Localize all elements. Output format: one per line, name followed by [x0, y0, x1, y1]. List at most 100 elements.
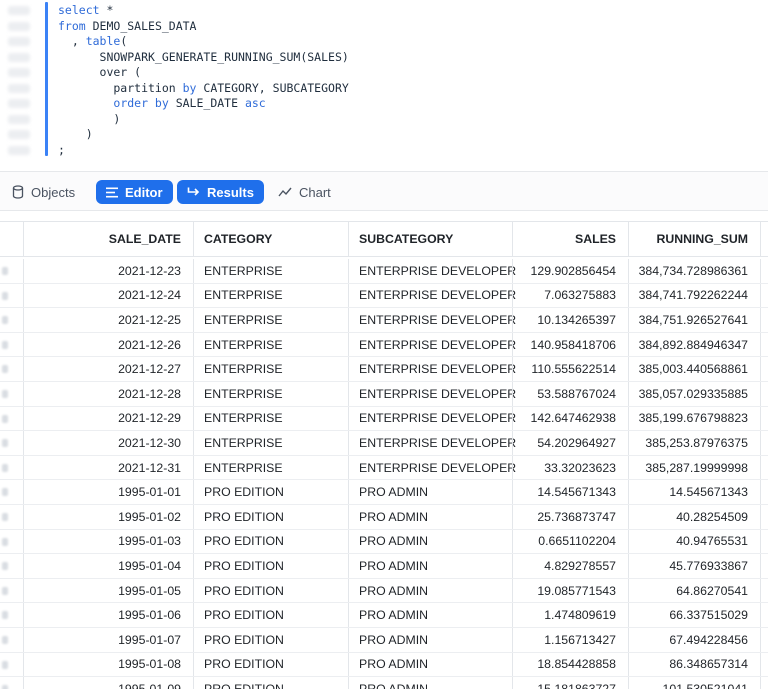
- cell-subcategory[interactable]: ENTERPRISE DEVELOPER: [348, 283, 516, 308]
- objects-button[interactable]: Objects: [2, 180, 85, 204]
- cell-sales[interactable]: 33.32023623: [512, 455, 628, 480]
- cell-subcategory[interactable]: ENTERPRISE DEVELOPER: [348, 259, 516, 283]
- cell-category[interactable]: ENTERPRISE: [193, 332, 348, 357]
- cell-running-sum[interactable]: 385,057.029335885: [628, 382, 760, 406]
- cell-running-sum[interactable]: 40.94765531: [628, 529, 760, 554]
- cell-sale-date[interactable]: 1995-01-05: [23, 578, 193, 603]
- table-row[interactable]: 1995-01-08 PRO EDITION PRO ADMIN 18.8544288…: [0, 652, 768, 678]
- cell-sales[interactable]: 25.736873747: [512, 505, 628, 529]
- cell-subcategory[interactable]: PRO ADMIN: [348, 677, 512, 689]
- cell-sales[interactable]: 18.854428858: [512, 652, 628, 677]
- cell-sales[interactable]: 4.829278557: [512, 554, 628, 578]
- table-row[interactable]: 2021-12-27 ENTERPRISE ENTERPRISE DEVELOPER…: [0, 357, 768, 382]
- cell-subcategory[interactable]: ENTERPRISE DEVELOPER: [348, 431, 516, 455]
- cell-sales[interactable]: 1.474809619: [512, 603, 628, 627]
- results-toggle-button[interactable]: Results: [177, 180, 264, 204]
- cell-subcategory[interactable]: PRO ADMIN: [348, 578, 512, 603]
- cell-sale-date[interactable]: 2021-12-28: [23, 382, 193, 406]
- cell-category[interactable]: ENTERPRISE: [193, 283, 348, 308]
- table-row[interactable]: 2021-12-31 ENTERPRISE ENTERPRISE DEVELOPER…: [0, 455, 768, 481]
- cell-running-sum[interactable]: 86.348657314: [628, 652, 760, 677]
- cell-category[interactable]: PRO EDITION: [193, 603, 348, 627]
- cell-sales[interactable]: 10.134265397: [512, 308, 628, 332]
- column-header-sales[interactable]: SALES: [512, 222, 628, 256]
- cell-subcategory[interactable]: PRO ADMIN: [348, 628, 512, 652]
- column-header-running-sum[interactable]: RUNNING_SUM: [628, 222, 760, 256]
- cell-category[interactable]: ENTERPRISE: [193, 455, 348, 480]
- table-row[interactable]: 2021-12-30 ENTERPRISE ENTERPRISE DEVELOPER…: [0, 431, 768, 456]
- cell-sales[interactable]: 53.588767024: [512, 382, 628, 406]
- cell-running-sum[interactable]: 385,253.87976375: [628, 431, 760, 455]
- cell-sale-date[interactable]: 2021-12-27: [23, 357, 193, 381]
- table-row[interactable]: 2021-12-24 ENTERPRISE ENTERPRISE DEVELOPER…: [0, 283, 768, 309]
- table-row[interactable]: 2021-12-23 ENTERPRISE ENTERPRISE DEVELOPER…: [0, 259, 768, 284]
- cell-sale-date[interactable]: 2021-12-30: [23, 431, 193, 455]
- cell-category[interactable]: ENTERPRISE: [193, 431, 348, 455]
- table-row[interactable]: 1995-01-05 PRO EDITION PRO ADMIN 19.0857715…: [0, 578, 768, 604]
- table-row[interactable]: 2021-12-26 ENTERPRISE ENTERPRISE DEVELOPER…: [0, 332, 768, 358]
- table-row[interactable]: 1995-01-03 PRO EDITION PRO ADMIN 0.66511022…: [0, 529, 768, 555]
- cell-running-sum[interactable]: 385,003.440568861: [628, 357, 760, 381]
- cell-sales[interactable]: 0.6651102204: [512, 529, 628, 554]
- cell-sales[interactable]: 129.902856454: [512, 259, 628, 283]
- cell-running-sum[interactable]: 67.494228456: [628, 628, 760, 652]
- table-row[interactable]: 1995-01-07 PRO EDITION PRO ADMIN 1.15671342…: [0, 628, 768, 653]
- cell-subcategory[interactable]: PRO ADMIN: [348, 554, 512, 578]
- table-row[interactable]: 1995-01-01 PRO EDITION PRO ADMIN 14.5456713…: [0, 480, 768, 505]
- cell-category[interactable]: PRO EDITION: [193, 529, 348, 554]
- table-row[interactable]: 1995-01-04 PRO EDITION PRO ADMIN 4.82927855…: [0, 554, 768, 579]
- editor-toggle-button[interactable]: Editor: [96, 180, 173, 204]
- cell-subcategory[interactable]: PRO ADMIN: [348, 505, 512, 529]
- cell-category[interactable]: ENTERPRISE: [193, 357, 348, 381]
- cell-sales[interactable]: 54.202964927: [512, 431, 628, 455]
- cell-category[interactable]: ENTERPRISE: [193, 406, 348, 431]
- cell-sale-date[interactable]: 1995-01-09: [23, 677, 193, 689]
- cell-subcategory[interactable]: ENTERPRISE DEVELOPER: [348, 406, 516, 431]
- column-header-subcategory[interactable]: SUBCATEGORY: [348, 222, 512, 256]
- cell-running-sum[interactable]: 385,199.676798823: [628, 406, 760, 431]
- cell-sale-date[interactable]: 2021-12-25: [23, 308, 193, 332]
- cell-category[interactable]: PRO EDITION: [193, 554, 348, 578]
- cell-subcategory[interactable]: PRO ADMIN: [348, 603, 512, 627]
- column-header-category[interactable]: CATEGORY: [193, 222, 348, 256]
- cell-sale-date[interactable]: 1995-01-07: [23, 628, 193, 652]
- cell-running-sum[interactable]: 64.86270541: [628, 578, 760, 603]
- cell-subcategory[interactable]: PRO ADMIN: [348, 652, 512, 677]
- cell-category[interactable]: ENTERPRISE: [193, 259, 348, 283]
- cell-sale-date[interactable]: 1995-01-04: [23, 554, 193, 578]
- table-row[interactable]: 2021-12-25 ENTERPRISE ENTERPRISE DEVELOPER…: [0, 308, 768, 333]
- cell-subcategory[interactable]: ENTERPRISE DEVELOPER: [348, 382, 516, 406]
- cell-sale-date[interactable]: 2021-12-29: [23, 406, 193, 431]
- cell-subcategory[interactable]: ENTERPRISE DEVELOPER: [348, 455, 516, 480]
- cell-running-sum[interactable]: 40.28254509: [628, 505, 760, 529]
- cell-sales[interactable]: 7.063275883: [512, 283, 628, 308]
- table-row[interactable]: 2021-12-28 ENTERPRISE ENTERPRISE DEVELOPER…: [0, 382, 768, 407]
- table-row[interactable]: 1995-01-09 PRO EDITION PRO ADMIN 15.1818637…: [0, 677, 768, 689]
- cell-sale-date[interactable]: 1995-01-06: [23, 603, 193, 627]
- cell-sale-date[interactable]: 1995-01-08: [23, 652, 193, 677]
- cell-category[interactable]: PRO EDITION: [193, 480, 348, 504]
- cell-sales[interactable]: 110.555622514: [512, 357, 628, 381]
- cell-category[interactable]: PRO EDITION: [193, 628, 348, 652]
- cell-subcategory[interactable]: ENTERPRISE DEVELOPER: [348, 357, 516, 381]
- sql-editor[interactable]: select * from DEMO_SALES_DATA , table( SN…: [0, 0, 768, 171]
- sql-code[interactable]: select * from DEMO_SALES_DATA , table( SN…: [58, 3, 349, 158]
- cell-sale-date[interactable]: 2021-12-24: [23, 283, 193, 308]
- cell-running-sum[interactable]: 101.530521041: [628, 677, 760, 689]
- column-header-sale-date[interactable]: SALE_DATE: [23, 222, 193, 256]
- cell-sales[interactable]: 14.545671343: [512, 480, 628, 504]
- cell-sale-date[interactable]: 2021-12-26: [23, 332, 193, 357]
- cell-subcategory[interactable]: PRO ADMIN: [348, 529, 512, 554]
- cell-running-sum[interactable]: 14.545671343: [628, 480, 760, 504]
- cell-sale-date[interactable]: 2021-12-23: [23, 259, 193, 283]
- cell-category[interactable]: ENTERPRISE: [193, 308, 348, 332]
- cell-subcategory[interactable]: ENTERPRISE DEVELOPER: [348, 332, 516, 357]
- cell-sales[interactable]: 19.085771543: [512, 578, 628, 603]
- cell-running-sum[interactable]: 66.337515029: [628, 603, 760, 627]
- table-row[interactable]: 1995-01-02 PRO EDITION PRO ADMIN 25.7368737…: [0, 505, 768, 530]
- cell-category[interactable]: PRO EDITION: [193, 677, 348, 689]
- cell-running-sum[interactable]: 384,734.728986361: [628, 259, 760, 283]
- table-row[interactable]: 2021-12-29 ENTERPRISE ENTERPRISE DEVELOPER…: [0, 406, 768, 432]
- cell-running-sum[interactable]: 384,741.792262244: [628, 283, 760, 308]
- cell-sale-date[interactable]: 1995-01-01: [23, 480, 193, 504]
